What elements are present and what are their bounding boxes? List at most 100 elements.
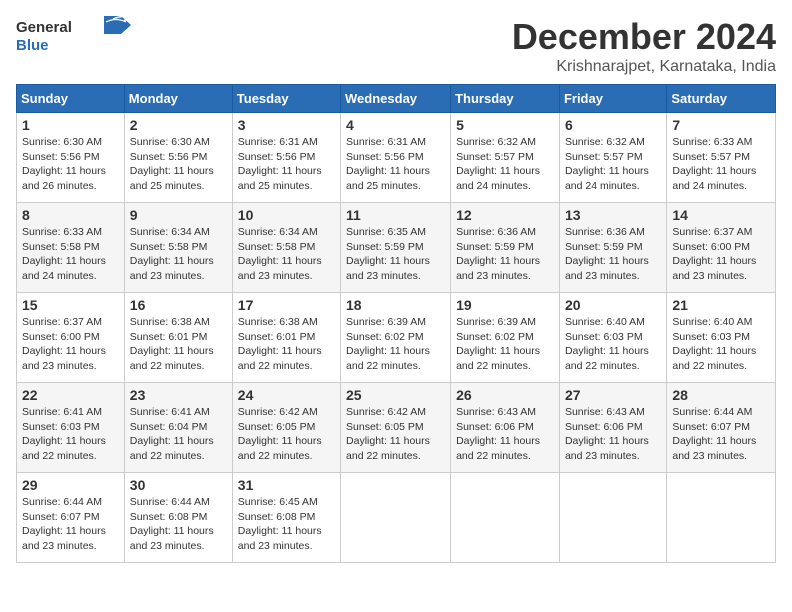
day-number: 27 [565,387,661,403]
day-number: 10 [238,207,335,223]
calendar-cell: 18Sunrise: 6:39 AM Sunset: 6:02 PM Dayli… [341,293,451,383]
calendar-cell: 4Sunrise: 6:31 AM Sunset: 5:56 PM Daylig… [341,113,451,203]
calendar-week-row: 29 Sunrise: 6:44 AM Sunset: 6:07 PM Dayli… [17,473,776,563]
day-info: Sunrise: 6:38 AM Sunset: 6:01 PM Dayligh… [238,315,335,374]
calendar-header-friday: Friday [559,85,666,113]
day-number: 8 [22,207,119,223]
calendar-cell: 20 Sunrise: 6:40 AM Sunset: 6:03 PM Dayli… [559,293,666,383]
day-info: Sunrise: 6:35 AM Sunset: 5:59 PM Dayligh… [346,225,445,284]
calendar-cell: 22 Sunrise: 6:41 AM Sunset: 6:03 PM Dayli… [17,383,125,473]
calendar-cell: 8 Sunrise: 6:33 AM Sunset: 5:58 PM Daylig… [17,203,125,293]
day-info: Sunrise: 6:40 AM Sunset: 6:03 PM Dayligh… [672,315,770,374]
day-info: Sunrise: 6:44 AM Sunset: 6:07 PM Dayligh… [22,495,119,554]
day-number: 21 [672,297,770,313]
calendar-header-row: SundayMondayTuesdayWednesdayThursdayFrid… [17,85,776,113]
calendar-cell: 2 Sunrise: 6:30 AM Sunset: 5:56 PM Daylig… [124,113,232,203]
day-number: 1 [22,117,119,133]
day-info: Sunrise: 6:33 AM Sunset: 5:58 PM Dayligh… [22,225,119,284]
day-number: 12 [456,207,554,223]
calendar-cell: 11Sunrise: 6:35 AM Sunset: 5:59 PM Dayli… [341,203,451,293]
day-number: 19 [456,297,554,313]
title-section: December 2024 Krishnarajpet, Karnataka, … [512,16,776,76]
calendar-header-sunday: Sunday [17,85,125,113]
day-info: Sunrise: 6:37 AM Sunset: 6:00 PM Dayligh… [672,225,770,284]
day-number: 13 [565,207,661,223]
day-number: 29 [22,477,119,493]
calendar-cell: 16Sunrise: 6:38 AM Sunset: 6:01 PM Dayli… [124,293,232,383]
calendar-cell: 15Sunrise: 6:37 AM Sunset: 6:00 PM Dayli… [17,293,125,383]
day-info: Sunrise: 6:34 AM Sunset: 5:58 PM Dayligh… [130,225,227,284]
day-info: Sunrise: 6:44 AM Sunset: 6:07 PM Dayligh… [672,405,770,464]
calendar-table: SundayMondayTuesdayWednesdayThursdayFrid… [16,84,776,563]
calendar-cell [341,473,451,563]
calendar-cell: 28 Sunrise: 6:44 AM Sunset: 6:07 PM Dayli… [667,383,776,473]
calendar-cell: 31Sunrise: 6:45 AM Sunset: 6:08 PM Dayli… [232,473,340,563]
day-info: Sunrise: 6:43 AM Sunset: 6:06 PM Dayligh… [565,405,661,464]
day-info: Sunrise: 6:41 AM Sunset: 6:04 PM Dayligh… [130,405,227,464]
calendar-cell: 12 Sunrise: 6:36 AM Sunset: 5:59 PM Dayli… [451,203,560,293]
calendar-cell: 25 Sunrise: 6:42 AM Sunset: 6:05 PM Dayli… [341,383,451,473]
calendar-cell: 6Sunrise: 6:32 AM Sunset: 5:57 PM Daylig… [559,113,666,203]
day-info: Sunrise: 6:34 AM Sunset: 5:58 PM Dayligh… [238,225,335,284]
day-number: 7 [672,117,770,133]
day-info: Sunrise: 6:42 AM Sunset: 6:05 PM Dayligh… [346,405,445,464]
day-info: Sunrise: 6:32 AM Sunset: 5:57 PM Dayligh… [456,135,554,194]
calendar-cell: 13 Sunrise: 6:36 AM Sunset: 5:59 PM Dayli… [559,203,666,293]
day-number: 24 [238,387,335,403]
month-title: December 2024 [512,16,776,58]
calendar-week-row: 22 Sunrise: 6:41 AM Sunset: 6:03 PM Dayli… [17,383,776,473]
day-number: 15 [22,297,119,313]
day-info: Sunrise: 6:41 AM Sunset: 6:03 PM Dayligh… [22,405,119,464]
calendar-cell: 14Sunrise: 6:37 AM Sunset: 6:00 PM Dayli… [667,203,776,293]
calendar-cell: 10 Sunrise: 6:34 AM Sunset: 5:58 PM Dayli… [232,203,340,293]
day-info: Sunrise: 6:42 AM Sunset: 6:05 PM Dayligh… [238,405,335,464]
calendar-cell [451,473,560,563]
day-info: Sunrise: 6:44 AM Sunset: 6:08 PM Dayligh… [130,495,227,554]
calendar-week-row: 15Sunrise: 6:37 AM Sunset: 6:00 PM Dayli… [17,293,776,383]
day-info: Sunrise: 6:36 AM Sunset: 5:59 PM Dayligh… [456,225,554,284]
day-number: 2 [130,117,227,133]
svg-text:General: General [16,19,72,36]
day-number: 26 [456,387,554,403]
day-info: Sunrise: 6:40 AM Sunset: 6:03 PM Dayligh… [565,315,661,374]
calendar-cell: 26 Sunrise: 6:43 AM Sunset: 6:06 PM Dayli… [451,383,560,473]
day-info: Sunrise: 6:45 AM Sunset: 6:08 PM Dayligh… [238,495,335,554]
day-number: 5 [456,117,554,133]
svg-text:Blue: Blue [16,37,49,54]
logo: General Blue [16,16,146,59]
day-number: 4 [346,117,445,133]
calendar-cell: 21 Sunrise: 6:40 AM Sunset: 6:03 PM Dayli… [667,293,776,383]
calendar-cell: 7 Sunrise: 6:33 AM Sunset: 5:57 PM Daylig… [667,113,776,203]
day-info: Sunrise: 6:31 AM Sunset: 5:56 PM Dayligh… [238,135,335,194]
calendar-cell: 5 Sunrise: 6:32 AM Sunset: 5:57 PM Daylig… [451,113,560,203]
day-number: 22 [22,387,119,403]
calendar-cell: 3 Sunrise: 6:31 AM Sunset: 5:56 PM Daylig… [232,113,340,203]
calendar-cell: 24 Sunrise: 6:42 AM Sunset: 6:05 PM Dayli… [232,383,340,473]
day-info: Sunrise: 6:36 AM Sunset: 5:59 PM Dayligh… [565,225,661,284]
day-number: 17 [238,297,335,313]
day-number: 30 [130,477,227,493]
day-info: Sunrise: 6:38 AM Sunset: 6:01 PM Dayligh… [130,315,227,374]
day-number: 3 [238,117,335,133]
calendar-header-tuesday: Tuesday [232,85,340,113]
day-number: 18 [346,297,445,313]
day-number: 28 [672,387,770,403]
calendar-week-row: 8 Sunrise: 6:33 AM Sunset: 5:58 PM Daylig… [17,203,776,293]
calendar-cell: 27 Sunrise: 6:43 AM Sunset: 6:06 PM Dayli… [559,383,666,473]
calendar-header-wednesday: Wednesday [341,85,451,113]
day-info: Sunrise: 6:30 AM Sunset: 5:56 PM Dayligh… [130,135,227,194]
calendar-week-row: 1 Sunrise: 6:30 AM Sunset: 5:56 PM Daylig… [17,113,776,203]
calendar-cell [667,473,776,563]
calendar-cell [559,473,666,563]
calendar-cell: 19Sunrise: 6:39 AM Sunset: 6:02 PM Dayli… [451,293,560,383]
day-info: Sunrise: 6:43 AM Sunset: 6:06 PM Dayligh… [456,405,554,464]
page-header: General Blue December 2024 Krishnarajpet… [16,16,776,76]
day-number: 25 [346,387,445,403]
day-info: Sunrise: 6:33 AM Sunset: 5:57 PM Dayligh… [672,135,770,194]
calendar-cell: 29 Sunrise: 6:44 AM Sunset: 6:07 PM Dayli… [17,473,125,563]
calendar-cell: 9Sunrise: 6:34 AM Sunset: 5:58 PM Daylig… [124,203,232,293]
calendar-cell: 17 Sunrise: 6:38 AM Sunset: 6:01 PM Dayli… [232,293,340,383]
calendar-header-thursday: Thursday [451,85,560,113]
calendar-cell: 30 Sunrise: 6:44 AM Sunset: 6:08 PM Dayli… [124,473,232,563]
day-number: 20 [565,297,661,313]
